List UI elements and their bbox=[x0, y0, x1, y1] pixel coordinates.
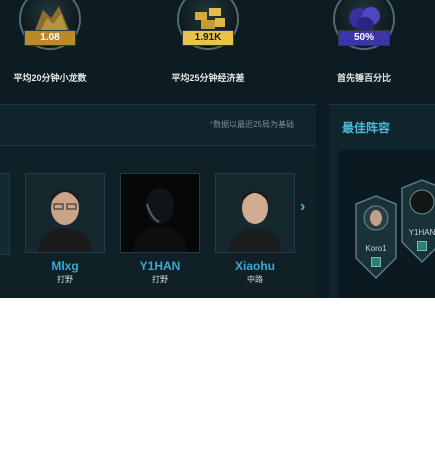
stat-value-badge: 1.91K bbox=[182, 30, 234, 46]
lineup-member-y1han[interactable]: Y1HAN bbox=[399, 178, 435, 264]
player-role: 打野 bbox=[57, 275, 73, 284]
player-avatar bbox=[25, 173, 105, 253]
lineup-member-name: Y1HAN bbox=[408, 228, 435, 237]
stat-label: 平均20分钟小龙数 bbox=[13, 73, 87, 83]
role-icon bbox=[417, 241, 427, 251]
player-name: Mlxg bbox=[51, 259, 79, 273]
player-name: Xiaohu bbox=[234, 259, 275, 273]
player-row: Mlxg 打野 Y1HAN 打野 Xiaohu 中路 › bbox=[0, 146, 316, 298]
lineup-member-koro1[interactable]: Koro1 bbox=[353, 194, 399, 280]
role-icon bbox=[371, 257, 381, 267]
best-lineup-panel: 最佳阵容 Koro1 Y1HAN bbox=[329, 104, 435, 298]
stat-value-badge: 1.08 bbox=[24, 30, 76, 46]
players-panel: *数据以最近25局为基础 Mlxg 打野 Y1HAN 打野 Xiaohu 中路 … bbox=[0, 104, 316, 298]
note-text: 数据以最近25局为基础 bbox=[213, 120, 294, 129]
player-role: 打野 bbox=[152, 275, 168, 284]
lineup-title: 最佳阵容 bbox=[342, 121, 391, 135]
team-stats-screen: 1.08 平均20分钟小龙数 1.91K 平均25分钟经济差 50% 首先锤百分… bbox=[0, 0, 435, 298]
player-avatar bbox=[215, 173, 295, 253]
stat-gold-diff: 1.91K 平均25分钟经济差 bbox=[158, 0, 258, 95]
player-card-partial[interactable] bbox=[0, 173, 10, 255]
chevron-right-icon[interactable]: › bbox=[300, 198, 312, 216]
lineup-area: Koro1 Y1HAN bbox=[339, 150, 435, 298]
player-role: 中路 bbox=[247, 275, 263, 284]
data-note: *数据以最近25局为基础 bbox=[210, 119, 294, 130]
stat-value-badge: 50% bbox=[338, 30, 390, 46]
stat-dragons: 1.08 平均20分钟小龙数 bbox=[0, 0, 100, 95]
stat-label: 首先锤百分比 bbox=[336, 73, 391, 83]
stat-first-blood: 50% 首先锤百分比 bbox=[314, 0, 414, 95]
stat-label: 平均25分钟经济差 bbox=[171, 73, 245, 83]
player-name: Y1HAN bbox=[139, 259, 181, 273]
lineup-member-name: Koro1 bbox=[365, 244, 387, 253]
player-avatar bbox=[120, 173, 200, 253]
